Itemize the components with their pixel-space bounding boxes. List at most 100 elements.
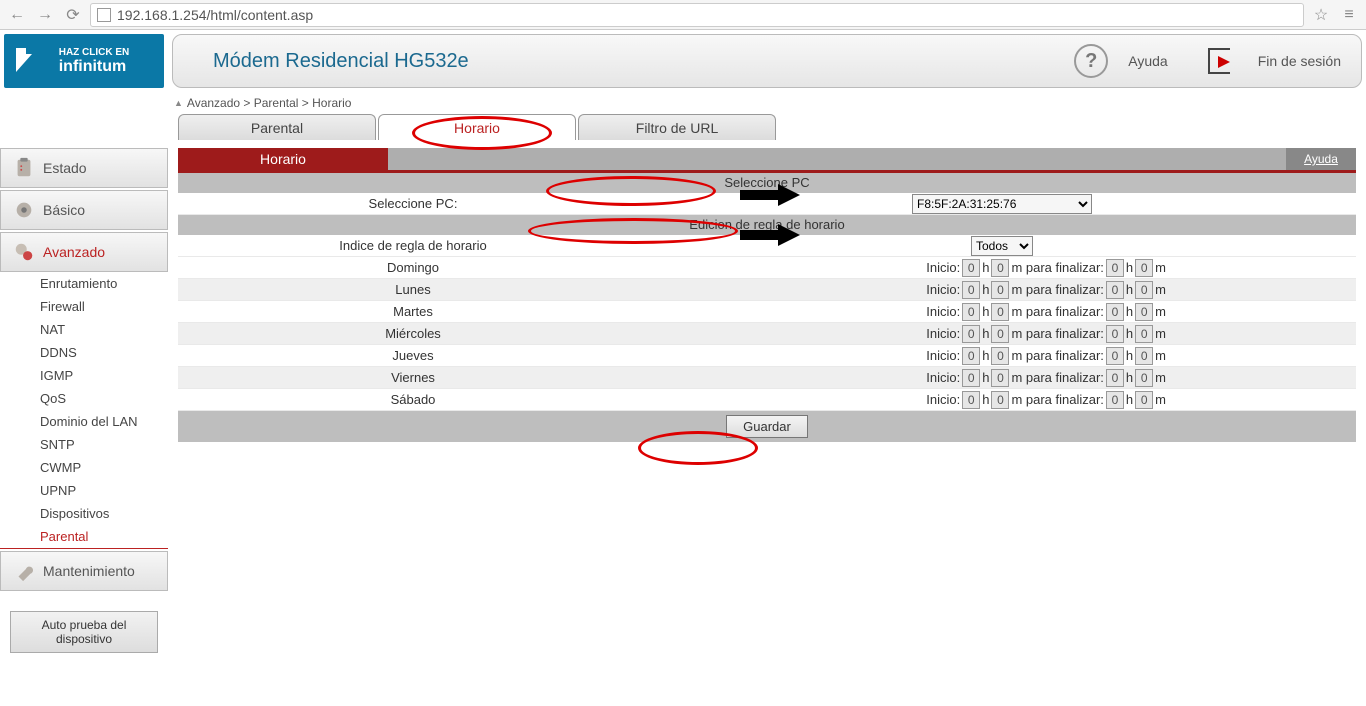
day-row: MiércolesInicio:hm para finalizar:hm [178,323,1356,345]
end-min-input[interactable] [1135,259,1153,277]
end-hour-input[interactable] [1106,369,1124,387]
inicio-label: Inicio: [926,348,960,363]
day-label: Viernes [178,370,648,385]
clipboard-icon [13,157,35,179]
sidebar-item-upnp[interactable]: UPNP [0,479,168,502]
start-hour-input[interactable] [962,325,980,343]
wrench-icon [13,560,35,582]
help-label: Ayuda [1128,53,1167,69]
inicio-label: Inicio: [926,282,960,297]
url-bar[interactable]: 192.168.1.254/html/content.asp [90,3,1304,27]
logo-line2: infinitum [59,58,127,76]
select-pc-label: Seleccione PC: [178,196,648,211]
inicio-label: Inicio: [926,304,960,319]
logout-icon[interactable] [1208,46,1238,76]
reload-button[interactable]: ⟳ [62,4,84,26]
cat-label: Mantenimiento [43,563,135,579]
day-label: Sábado [178,392,648,407]
start-min-input[interactable] [991,347,1009,365]
sidebar-mantenimiento[interactable]: Mantenimiento [0,551,168,591]
sidebar-item-nat[interactable]: NAT [0,318,168,341]
sidebar-avanzado[interactable]: Avanzado [0,232,168,272]
tab-horario[interactable]: Horario [378,114,576,140]
start-hour-input[interactable] [962,281,980,299]
tab-parental[interactable]: Parental [178,114,376,140]
forward-button[interactable]: → [34,4,56,26]
help-link[interactable]: Ayuda [1286,148,1356,170]
day-label: Martes [178,304,648,319]
day-row: DomingoInicio:hm para finalizar:hm [178,257,1356,279]
sidebar-item-ddns[interactable]: DDNS [0,341,168,364]
start-hour-input[interactable] [962,259,980,277]
cat-label: Básico [43,202,85,218]
rule-index-label: Indice de regla de horario [178,238,648,253]
logo-line1: HAZ CLICK EN [59,47,130,58]
band-select-pc: Seleccione PC [178,173,1356,193]
sidebar-item-enrutamiento[interactable]: Enrutamiento [0,272,168,295]
end-hour-input[interactable] [1106,347,1124,365]
day-label: Lunes [178,282,648,297]
save-button[interactable]: Guardar [726,415,808,438]
day-label: Domingo [178,260,648,275]
sidebar-item-qos[interactable]: QoS [0,387,168,410]
top-header: Módem Residencial HG532e ? Ayuda Fin de … [172,34,1362,88]
sidebar-estado[interactable]: Estado [0,148,168,188]
start-hour-input[interactable] [962,369,980,387]
end-min-input[interactable] [1135,369,1153,387]
day-label: Jueves [178,348,648,363]
start-hour-input[interactable] [962,347,980,365]
tab-filtro[interactable]: Filtro de URL [578,114,776,140]
day-row: JuevesInicio:hm para finalizar:hm [178,345,1356,367]
back-button[interactable]: ← [6,4,28,26]
start-min-input[interactable] [991,325,1009,343]
select-pc-dropdown[interactable]: F8:5F:2A:31:25:76 [912,194,1092,214]
end-hour-input[interactable] [1106,391,1124,409]
menu-button[interactable]: ≡ [1338,4,1360,26]
sidebar-basico[interactable]: Básico [0,190,168,230]
logout-label: Fin de sesión [1258,53,1341,69]
end-min-input[interactable] [1135,281,1153,299]
inicio-label: Inicio: [926,260,960,275]
end-min-input[interactable] [1135,347,1153,365]
end-hour-input[interactable] [1106,259,1124,277]
inicio-label: Inicio: [926,326,960,341]
auto-test-button[interactable]: Auto prueba del dispositivo [10,611,158,653]
day-label: Miércoles [178,326,648,341]
bookmark-button[interactable]: ☆ [1310,4,1332,26]
sidebar-item-sntp[interactable]: SNTP [0,433,168,456]
cat-label: Avanzado [43,244,105,260]
url-text: 192.168.1.254/html/content.asp [117,7,313,23]
sidebar-item-dispositivos[interactable]: Dispositivos [0,502,168,525]
gears-icon [13,241,35,263]
end-min-input[interactable] [1135,303,1153,321]
end-hour-input[interactable] [1106,281,1124,299]
section-title: Horario [178,148,388,170]
sidebar-item-firewall[interactable]: Firewall [0,295,168,318]
inicio-label: Inicio: [926,392,960,407]
page-icon [97,8,111,22]
day-row: SábadoInicio:hm para finalizar:hm [178,389,1356,411]
start-min-input[interactable] [991,281,1009,299]
sidebar-item-cwmp[interactable]: CWMP [0,456,168,479]
end-hour-input[interactable] [1106,325,1124,343]
start-min-input[interactable] [991,303,1009,321]
day-row: LunesInicio:hm para finalizar:hm [178,279,1356,301]
start-hour-input[interactable] [962,303,980,321]
help-icon[interactable]: ? [1074,44,1108,78]
logo: HAZ CLICK EN infinitum [4,34,164,88]
end-min-input[interactable] [1135,391,1153,409]
panel: Horario Ayuda Seleccione PC Seleccione P… [178,140,1356,442]
gear-icon [13,199,35,221]
breadcrumb-text: Avanzado > Parental > Horario [187,96,352,110]
start-hour-input[interactable] [962,391,980,409]
end-hour-input[interactable] [1106,303,1124,321]
sidebar-item-dominio-del-lan[interactable]: Dominio del LAN [0,410,168,433]
sidebar-item-parental[interactable]: Parental [0,525,168,549]
start-min-input[interactable] [991,259,1009,277]
sidebar-item-igmp[interactable]: IGMP [0,364,168,387]
start-min-input[interactable] [991,391,1009,409]
start-min-input[interactable] [991,369,1009,387]
end-min-input[interactable] [1135,325,1153,343]
rule-index-dropdown[interactable]: Todos [971,236,1033,256]
day-row: ViernesInicio:hm para finalizar:hm [178,367,1356,389]
